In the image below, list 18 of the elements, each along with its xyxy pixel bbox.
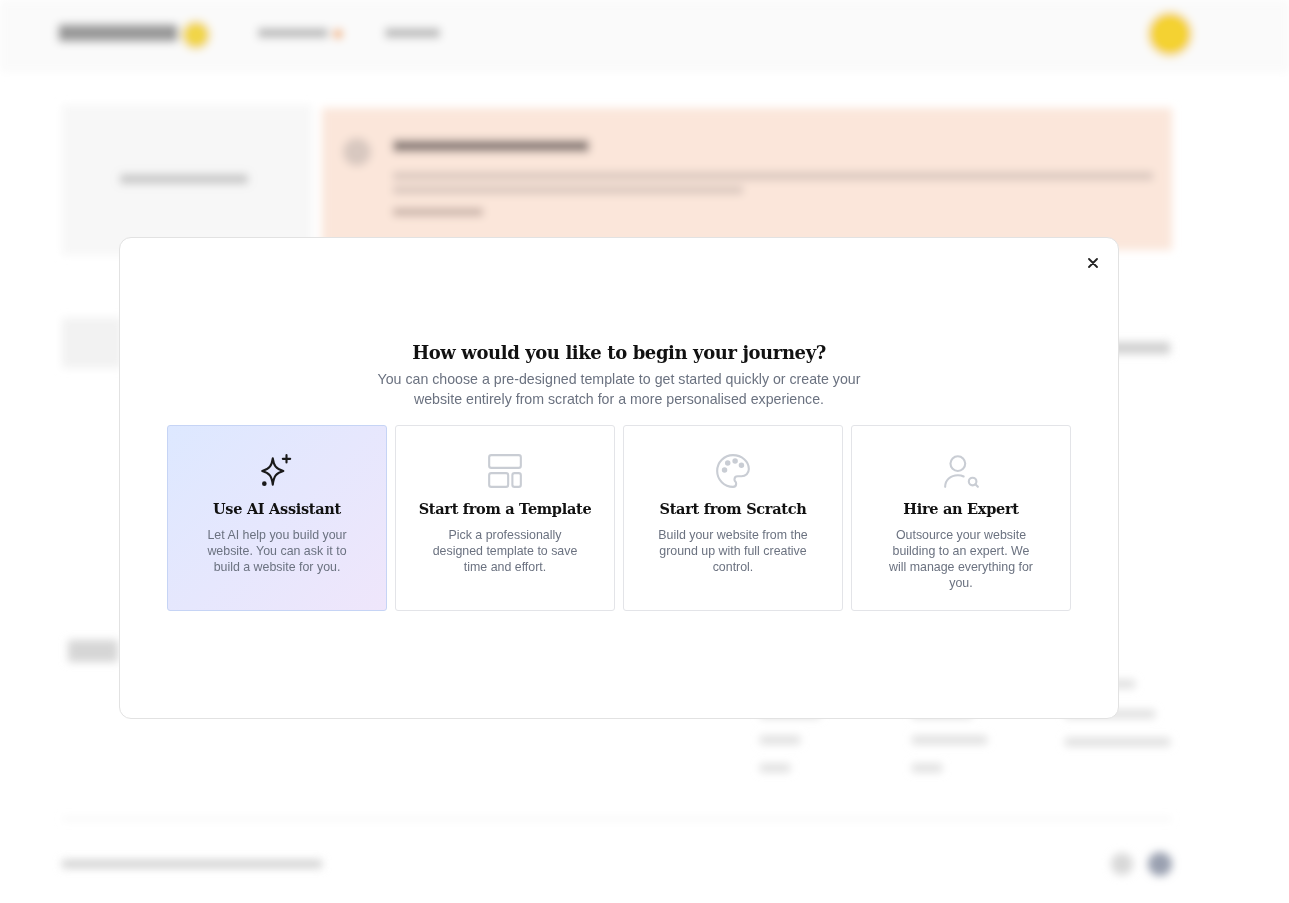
modal-title: How would you like to begin your journey? (412, 342, 826, 363)
user-search-icon (942, 452, 980, 490)
option-title: Hire an Expert (903, 500, 1019, 517)
option-description: Pick a professionally designed template to save time and effort. (431, 527, 579, 575)
option-card[interactable]: Use AI Assistant Let AI help you build your website. You can ask it to build a website for you. (167, 425, 387, 611)
palette-icon (714, 452, 752, 490)
option-card[interactable]: Start from Scratch Build your website from the ground up with full creative control. (623, 425, 843, 611)
option-description: Let AI help you build your website. You can ask it to build a website for you. (206, 527, 348, 575)
option-card[interactable]: Start from a Template Pick a professionally designed template to save time and effort. (395, 425, 615, 611)
option-title: Start from Scratch (659, 500, 807, 517)
close-icon (1088, 258, 1098, 268)
option-title: Start from a Template (418, 500, 592, 517)
option-description: Build your website from the ground up with full creative control. (658, 527, 808, 575)
layout-icon (486, 452, 524, 490)
option-card[interactable]: Hire an Expert Outsource your website building to an expert. We will manage everything for you. (851, 425, 1071, 611)
option-description: Outsource your website building to an expert. We will manage everything for you. (888, 527, 1034, 591)
option-title: Use AI Assistant (213, 500, 341, 517)
modal-subtitle: You can choose a pre-designed template to get started quickly or create your website entirely from scratch for a more personalised experience. (376, 370, 862, 409)
